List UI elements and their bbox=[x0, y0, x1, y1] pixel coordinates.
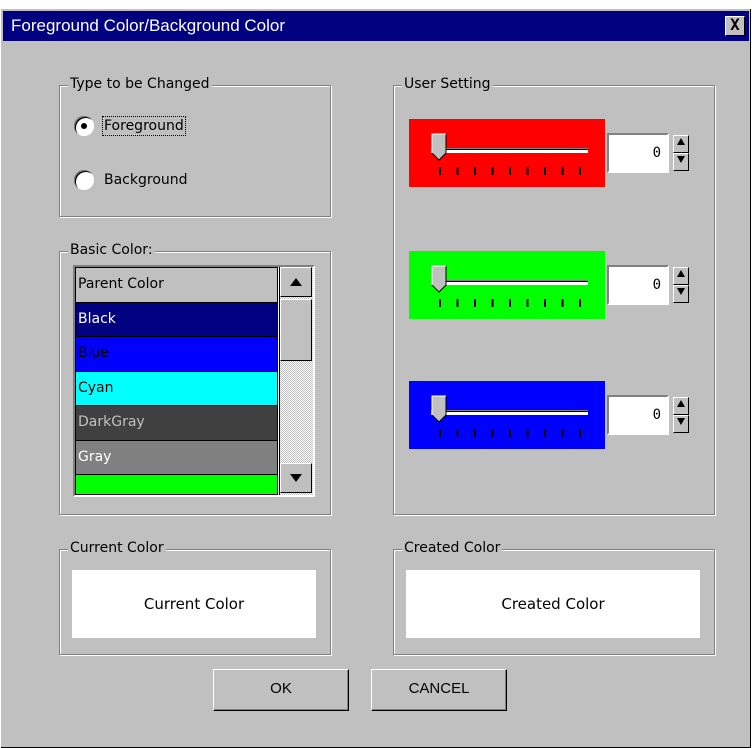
created-color-group: Created Color Created Color bbox=[393, 540, 715, 655]
triangle-up-icon bbox=[290, 278, 302, 286]
triangle-down-icon bbox=[677, 156, 685, 163]
triangle-down-icon bbox=[677, 288, 685, 295]
radio-background-circle[interactable] bbox=[74, 170, 94, 190]
list-item-cyan[interactable]: Cyan bbox=[76, 371, 277, 406]
close-icon: X bbox=[730, 15, 740, 34]
type-group: Type to be Changed Foreground Background bbox=[59, 76, 331, 217]
red-slider-panel bbox=[409, 119, 605, 187]
radio-selected-dot bbox=[81, 123, 87, 129]
blue-spin-up-button[interactable] bbox=[673, 397, 689, 415]
triangle-down-icon bbox=[290, 474, 302, 482]
list-item-black[interactable]: Black bbox=[76, 302, 277, 337]
blue-slider-panel bbox=[409, 381, 605, 449]
user-setting-legend: User Setting bbox=[402, 76, 493, 92]
green-slider-track[interactable] bbox=[431, 280, 588, 285]
basic-color-listbox[interactable]: Parent Color Black Blue Cyan DarkGray Gr… bbox=[73, 265, 315, 497]
green-spin-down-button[interactable] bbox=[673, 285, 689, 303]
cancel-button[interactable]: CANCEL bbox=[371, 669, 507, 711]
color-dialog: Foreground Color/Background Color X Type… bbox=[0, 8, 751, 748]
title-bar[interactable]: Foreground Color/Background Color X bbox=[3, 11, 749, 41]
blue-slider-thumb[interactable] bbox=[431, 395, 447, 423]
blue-value-field[interactable]: 0 bbox=[607, 395, 669, 435]
created-color-preview: Created Color bbox=[406, 570, 700, 638]
list-item-parent-color[interactable]: Parent Color bbox=[76, 268, 277, 303]
red-spin-up-button[interactable] bbox=[673, 135, 689, 153]
green-slider-thumb[interactable] bbox=[431, 265, 447, 293]
radio-background[interactable]: Background bbox=[74, 168, 254, 194]
scroll-down-button[interactable] bbox=[280, 463, 312, 493]
blue-spinner: 0 bbox=[607, 395, 695, 435]
list-item-darkgray[interactable]: DarkGray bbox=[76, 406, 277, 441]
radio-background-label[interactable]: Background bbox=[104, 172, 188, 188]
created-color-preview-text: Created Color bbox=[501, 595, 605, 613]
close-button[interactable]: X bbox=[725, 16, 745, 36]
blue-slider-track[interactable] bbox=[431, 410, 588, 415]
green-slider-ticks bbox=[439, 299, 581, 307]
current-color-group: Current Color Current Color bbox=[59, 540, 331, 655]
red-slider-ticks bbox=[439, 167, 581, 175]
current-color-preview: Current Color bbox=[72, 570, 316, 638]
red-slider-track[interactable] bbox=[431, 148, 588, 153]
blue-slider-ticks bbox=[439, 429, 581, 437]
list-item-green[interactable] bbox=[76, 475, 277, 494]
triangle-up-icon bbox=[677, 138, 685, 145]
triangle-up-icon bbox=[677, 400, 685, 407]
list-scrollbar[interactable] bbox=[279, 267, 313, 495]
green-spin-up-button[interactable] bbox=[673, 267, 689, 285]
created-color-legend: Created Color bbox=[402, 540, 503, 556]
triangle-down-icon bbox=[677, 418, 685, 425]
triangle-up-icon bbox=[677, 270, 685, 277]
radio-foreground[interactable]: Foreground bbox=[74, 114, 254, 140]
green-spinner: 0 bbox=[607, 265, 695, 305]
red-slider-thumb[interactable] bbox=[431, 133, 447, 161]
radio-foreground-label[interactable]: Foreground bbox=[102, 116, 186, 136]
current-color-preview-text: Current Color bbox=[143, 595, 245, 613]
scroll-up-button[interactable] bbox=[280, 267, 312, 297]
red-value-field[interactable]: 0 bbox=[607, 133, 669, 173]
list-item-gray[interactable]: Gray bbox=[76, 440, 277, 475]
green-value-field[interactable]: 0 bbox=[607, 265, 669, 305]
radio-foreground-circle[interactable] bbox=[74, 116, 94, 136]
blue-spin-down-button[interactable] bbox=[673, 415, 689, 433]
basic-color-list: Parent Color Black Blue Cyan DarkGray Gr… bbox=[75, 267, 278, 495]
ok-button[interactable]: OK bbox=[213, 669, 349, 711]
scroll-thumb[interactable] bbox=[280, 299, 312, 361]
current-color-legend: Current Color bbox=[68, 540, 166, 556]
list-item-blue[interactable]: Blue bbox=[76, 337, 277, 372]
red-spin-down-button[interactable] bbox=[673, 153, 689, 171]
basic-color-legend: Basic Color: bbox=[68, 242, 155, 258]
window-title: Foreground Color/Background Color bbox=[11, 16, 286, 35]
green-slider-panel bbox=[409, 251, 605, 319]
type-group-legend: Type to be Changed bbox=[68, 76, 212, 92]
red-spinner: 0 bbox=[607, 133, 695, 173]
